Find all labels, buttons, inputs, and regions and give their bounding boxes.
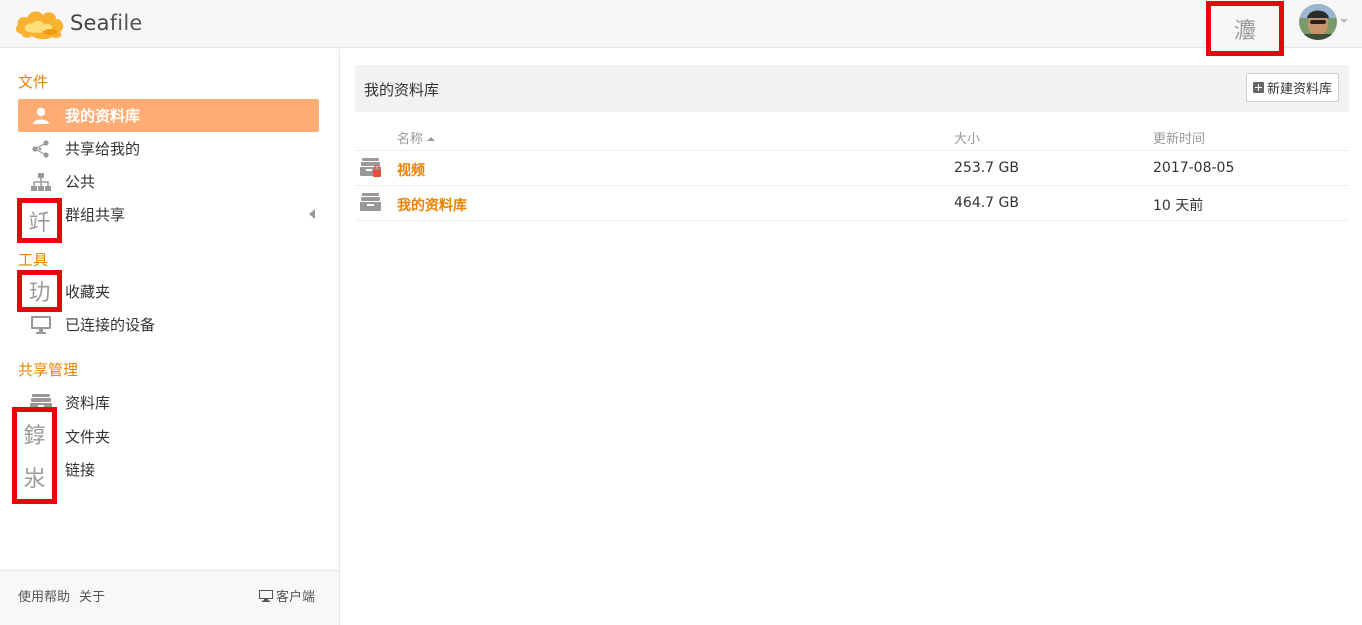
table-row[interactable]: 视频 253.7 GB 2017-08-05 (355, 151, 1349, 186)
column-updated: 更新时间 (1153, 132, 1206, 147)
client-link[interactable]: 客户端 (258, 586, 315, 605)
sidebar-item-shared-with-me[interactable]: 共享给我的 (18, 132, 319, 165)
link-icon: 汖 (23, 467, 46, 493)
sidebar-item-public[interactable]: 公共 (18, 165, 319, 198)
library-size: 464.7 GB (954, 195, 1019, 211)
new-library-button[interactable]: 新建资料库 (1245, 73, 1339, 102)
sidebar-item-share-libraries[interactable]: 资料库 (18, 386, 319, 419)
seafile-logo[interactable]: Seafile (14, 4, 143, 42)
marked-icons-box: 錞 汖 (12, 407, 57, 504)
column-size: 大小 (954, 132, 981, 147)
sidebar-item-favorites[interactable]: 收藏夹 (18, 275, 319, 308)
sidebar-item-group-share[interactable]: 群组共享 (18, 198, 319, 231)
sidebar: 文件 我的资料库 共享给我的 公共 群组共享 竏 工具 收藏夹 玏 已连接的设备… (0, 49, 340, 625)
cloud-logo-icon (15, 11, 64, 40)
marked-header-icon[interactable]: 灋 (1206, 1, 1284, 56)
about-link[interactable]: 关于 (79, 586, 105, 605)
sidebar-item-share-folders[interactable]: 文件夹 (18, 420, 319, 453)
table-header: 名称 大小 更新时间 (355, 120, 1349, 151)
library-name-link[interactable]: 我的资料库 (397, 195, 467, 215)
share-icon (18, 139, 64, 158)
library-size: 253.7 GB (954, 160, 1019, 176)
desktop-icon (258, 589, 273, 602)
table-row[interactable]: 我的资料库 464.7 GB 10 天前 (355, 186, 1349, 221)
sidebar-footer: 使用帮助 关于 客户端 (0, 570, 339, 625)
avatar-caret-icon[interactable] (1340, 19, 1348, 23)
sitemap-icon (18, 172, 64, 192)
library-name-link[interactable]: 视频 (397, 160, 425, 180)
sidebar-item-my-libraries[interactable]: 我的资料库 (18, 99, 319, 132)
plus-square-icon (1252, 82, 1264, 93)
user-icon (18, 107, 64, 125)
sort-up-icon (427, 137, 436, 141)
top-header: Seafile 灋 (0, 0, 1362, 56)
library-updated: 10 天前 (1153, 198, 1204, 214)
library-icon (360, 193, 381, 211)
sidebar-item-linked-devices[interactable]: 已连接的设备 (18, 308, 319, 341)
library-updated: 2017-08-05 (1153, 160, 1235, 176)
logo-text: Seafile (70, 11, 143, 35)
library-table: 名称 大小 更新时间 视频 253.7 GB 2017-08-05 我的资料库 … (355, 120, 1349, 221)
caret-left-icon[interactable] (309, 209, 315, 219)
sidebar-item-share-links[interactable]: 链接 (18, 453, 319, 486)
marked-glyph: 灋 (1233, 18, 1256, 44)
encrypted-library-icon (360, 158, 381, 177)
column-name[interactable]: 名称 (397, 128, 436, 147)
folder-icon: 錞 (23, 423, 46, 449)
section-title-files: 文件 (18, 73, 49, 91)
avatar-image (1299, 4, 1337, 40)
avatar[interactable] (1299, 4, 1337, 40)
group-icon: 竏 (17, 198, 62, 243)
monitor-icon (18, 315, 64, 335)
page-title: 我的资料库 (364, 81, 440, 99)
main-panel-header: 我的资料库 新建资料库 (355, 65, 1349, 112)
section-title-share-admin: 共享管理 (18, 361, 79, 379)
star-icon: 玏 (17, 270, 62, 312)
help-link[interactable]: 使用帮助 (18, 586, 70, 605)
section-title-tools: 工具 (18, 251, 49, 269)
